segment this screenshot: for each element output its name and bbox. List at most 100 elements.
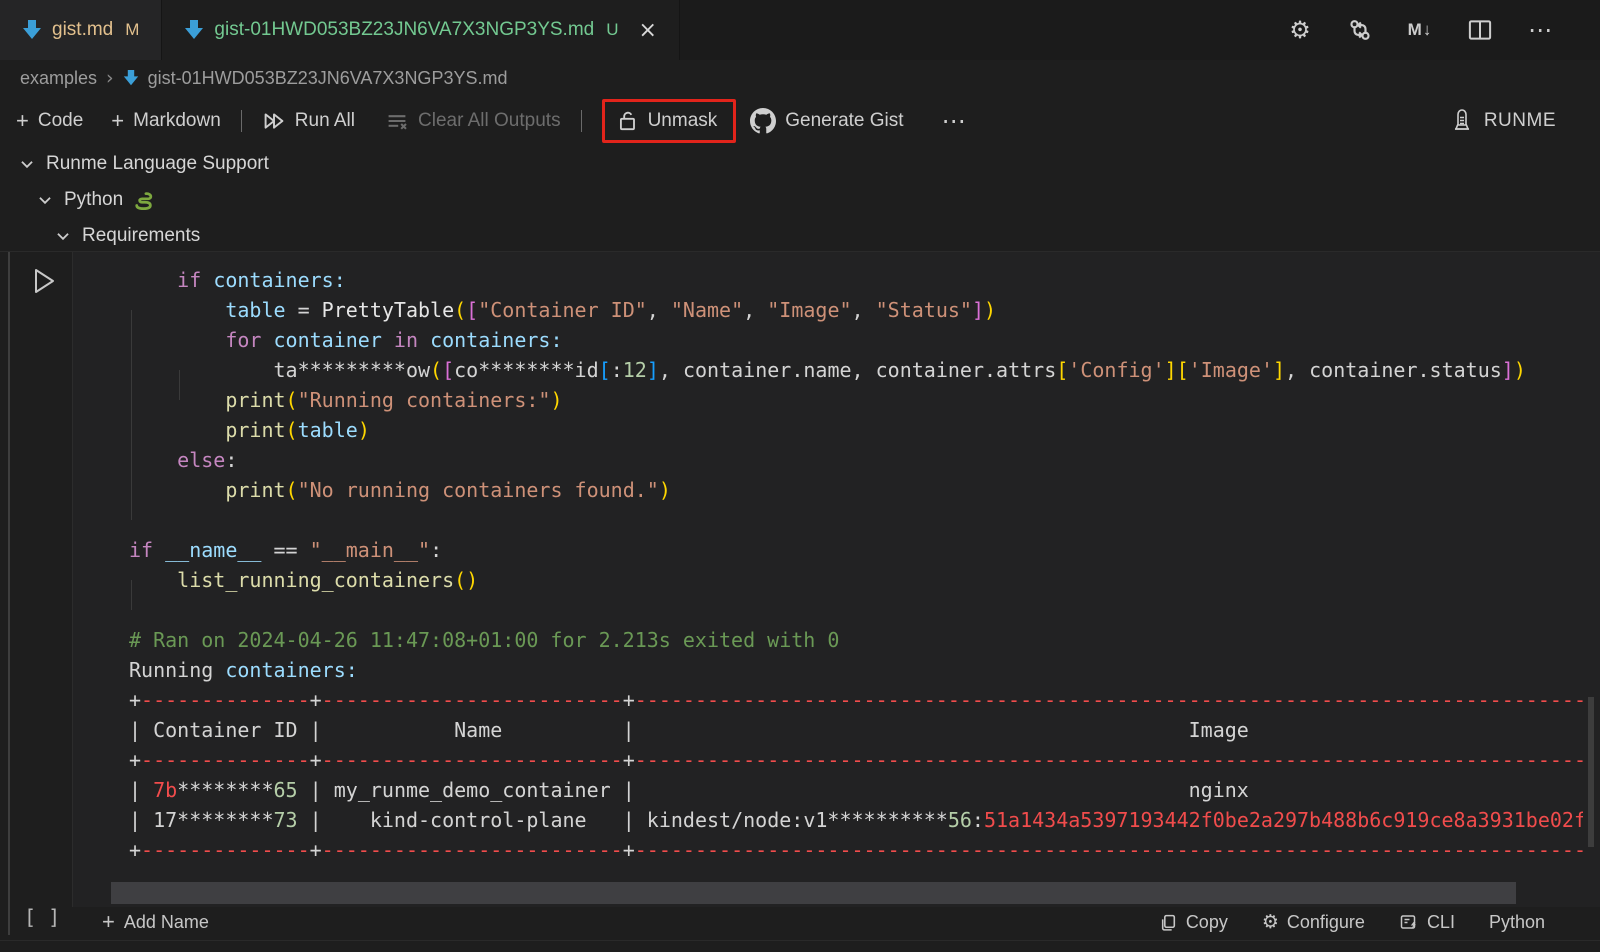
code-line: table = PrettyTable(["Container ID", "Na…	[129, 295, 1583, 325]
code-token: +	[129, 688, 141, 712]
code-line: Running containers:	[129, 655, 1583, 685]
run-cell-button[interactable]	[26, 264, 60, 298]
toolbar-separator	[241, 110, 242, 132]
code-token: +	[623, 838, 635, 862]
code-token: +	[310, 838, 322, 862]
code-token: | my_runme_demo_container | nginx	[298, 778, 1249, 802]
breadcrumb-file[interactable]: gist-01HWD053BZ23JN6VA7X3NGP3YS.md	[148, 68, 508, 89]
close-tab-icon[interactable]: ×	[639, 18, 657, 43]
cell-focus-bar	[8, 252, 10, 935]
code-token: ----------------------------------------…	[635, 838, 1583, 862]
code-token	[382, 328, 394, 352]
toolbar-more-icon[interactable]: ⋯	[942, 107, 968, 135]
configure-button[interactable]: ⚙ Configure	[1262, 911, 1365, 933]
breadcrumb-separator-icon: ›	[106, 67, 114, 89]
chevron-down-icon[interactable]	[18, 155, 36, 173]
chevron-down-icon[interactable]	[36, 191, 54, 209]
code-token: Running	[129, 658, 225, 682]
tab-gist-01hwd-md[interactable]: gist-01HWD053BZ23JN6VA7X3NGP3YS.md U ×	[162, 0, 680, 60]
code-token	[418, 328, 430, 352]
copy-button[interactable]: Copy	[1159, 912, 1228, 933]
outline-label: Python	[64, 189, 123, 211]
cell-bottom-bar: + Add Name Copy ⚙ Configure	[72, 907, 1600, 937]
code-token: containers:	[225, 658, 357, 682]
code-token: --------------	[141, 688, 310, 712]
tab-gist-md[interactable]: gist.md M	[0, 0, 162, 60]
cell-bottom-border	[0, 940, 1600, 941]
code-token: +	[129, 838, 141, 862]
code-token: --------------	[141, 748, 310, 772]
code-token: list_running_containers	[177, 568, 454, 592]
add-markdown-cell-button[interactable]: + Markdown	[111, 110, 221, 132]
code-token: )	[984, 298, 996, 322]
code-token: print	[225, 388, 285, 412]
code-token	[129, 358, 274, 382]
code-token: ]	[972, 298, 984, 322]
code-line: print("Running containers:")	[129, 385, 1583, 415]
clear-all-outputs-button[interactable]: Clear All Outputs	[385, 110, 561, 132]
split-editor-icon[interactable]	[1466, 16, 1494, 44]
code-token	[129, 328, 225, 352]
unmask-button[interactable]: Unmask	[617, 109, 718, 133]
code-token	[129, 568, 177, 592]
code-token: 51a1434a5397193442f0be2a297b488b6c919ce8…	[984, 808, 1583, 832]
outline-item-requirements[interactable]: Requirements	[0, 218, 1600, 254]
horizontal-scrollbar[interactable]	[111, 882, 1516, 904]
outline-item-python[interactable]: Python	[0, 182, 1600, 218]
code-content: if containers: table = PrettyTable(["Con…	[129, 265, 1583, 865]
chevron-down-icon[interactable]	[54, 227, 72, 245]
tab-label: gist-01HWD053BZ23JN6VA7X3NGP3YS.md	[214, 19, 594, 41]
markdown-file-icon	[22, 19, 42, 41]
run-all-button[interactable]: Run All	[262, 110, 355, 132]
code-token	[129, 298, 225, 322]
code-line: ta*********ow([co********id[:12], contai…	[129, 355, 1583, 385]
code-token: if	[177, 268, 201, 292]
code-token: ]	[647, 358, 659, 382]
code-token: 7b	[153, 778, 177, 802]
code-token: --------------	[141, 838, 310, 862]
code-token: +	[310, 688, 322, 712]
copy-label: Copy	[1186, 912, 1228, 933]
code-token: [	[1177, 358, 1189, 382]
code-token: ==	[261, 538, 309, 562]
runme-kernel-button[interactable]: RUNME	[1450, 108, 1600, 134]
code-token: print	[225, 478, 285, 502]
code-token: co********id	[454, 358, 599, 382]
cli-button[interactable]: CLI	[1399, 912, 1455, 933]
vertical-scrollbar[interactable]	[1588, 697, 1594, 847]
code-token: PrettyTable	[322, 298, 454, 322]
plus-icon: +	[16, 110, 29, 132]
outline-item-runme-language-support[interactable]: Runme Language Support	[0, 146, 1600, 182]
code-editor[interactable]: if containers: table = PrettyTable(["Con…	[72, 252, 1600, 907]
settings-gear-icon[interactable]: ⚙	[1286, 16, 1314, 44]
markdown-preview-icon[interactable]: M↓	[1406, 16, 1434, 44]
code-token: )	[550, 388, 562, 412]
toolbar-separator	[581, 110, 582, 132]
code-token: "Status"	[876, 298, 972, 322]
code-line: | 7b********65 | my_runme_demo_container…	[129, 775, 1583, 805]
code-line: | Container ID | Name | Image	[129, 715, 1583, 745]
add-code-cell-button[interactable]: + Code	[16, 110, 83, 132]
cell-brackets-icon[interactable]: [ ]	[24, 905, 60, 929]
runme-logo-icon	[1450, 108, 1474, 134]
code-token: else	[177, 448, 225, 472]
code-token: table	[225, 298, 285, 322]
code-token: "No running containers found."	[298, 478, 659, 502]
code-line: if __name__ == "__main__":	[129, 535, 1583, 565]
add-markdown-label: Markdown	[133, 110, 221, 132]
open-changes-icon[interactable]	[1346, 16, 1374, 44]
more-actions-icon[interactable]: ⋯	[1526, 16, 1554, 44]
add-code-label: Code	[38, 110, 83, 132]
kernel-language-label[interactable]: Python	[1489, 912, 1545, 933]
cli-label: CLI	[1427, 912, 1455, 933]
code-token: table	[298, 418, 358, 442]
code-token: )	[358, 418, 370, 442]
code-token	[129, 448, 177, 472]
code-token: (	[430, 358, 442, 382]
breadcrumb-folder[interactable]: examples	[20, 68, 97, 89]
generate-gist-button[interactable]: Generate Gist	[750, 108, 903, 134]
indent-guide	[131, 310, 132, 520]
add-name-button[interactable]: + Add Name	[102, 911, 209, 933]
code-token: 73	[274, 808, 298, 832]
code-token: | Container ID | Name | Image	[129, 718, 1249, 742]
